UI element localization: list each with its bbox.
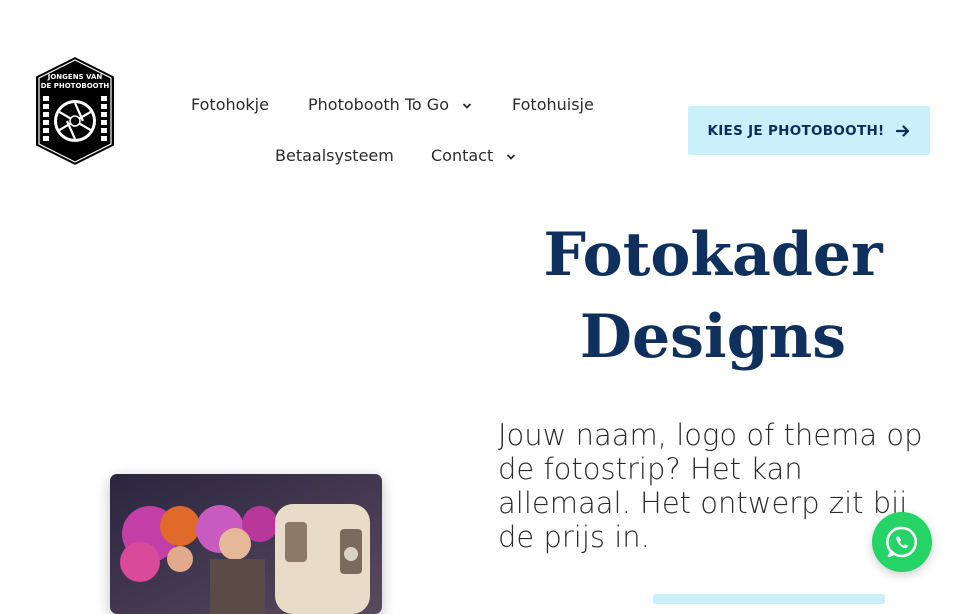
- nav-label: Photobooth To Go: [308, 95, 449, 114]
- secondary-cta-edge[interactable]: [653, 594, 885, 604]
- nav-label: Fotohuisje: [512, 95, 594, 114]
- nav-item-fotohokje[interactable]: Fotohokje: [191, 95, 269, 115]
- page-title-line2: Designs: [579, 302, 847, 372]
- chevron-down-icon: [507, 153, 516, 160]
- whatsapp-chat-button[interactable]: [872, 512, 932, 572]
- logo-text-line2: DE PHOTOBOOTH: [41, 82, 110, 90]
- logo-text-line1: JONGENS VAN: [47, 73, 103, 81]
- cta-label: KIES JE PHOTOBOOTH!: [707, 122, 885, 139]
- arrow-right-icon: [895, 124, 909, 137]
- chevron-down-icon: [462, 102, 472, 109]
- choose-photobooth-button[interactable]: KIES JE PHOTOBOOTH!: [688, 106, 930, 155]
- nav-label: Fotohokje: [191, 95, 269, 114]
- aperture-icon: [54, 100, 96, 142]
- page-title-line1: Fotokader: [543, 220, 883, 290]
- site-logo[interactable]: JONGENS VAN DE PHOTOBOOTH: [33, 54, 117, 168]
- nav-item-contact[interactable]: Contact: [431, 146, 516, 166]
- nav-label: Betaalsysteem: [275, 146, 394, 165]
- event-photo: [110, 474, 382, 614]
- nav-item-betaalsysteem[interactable]: Betaalsysteem: [275, 146, 394, 166]
- nav-item-photobooth-to-go[interactable]: Photobooth To Go: [308, 95, 472, 115]
- page-title: Fotokader Designs: [498, 214, 928, 378]
- nav-item-fotohuisje[interactable]: Fotohuisje: [512, 95, 594, 115]
- nav-label: Contact: [431, 146, 494, 165]
- whatsapp-icon: [886, 526, 918, 558]
